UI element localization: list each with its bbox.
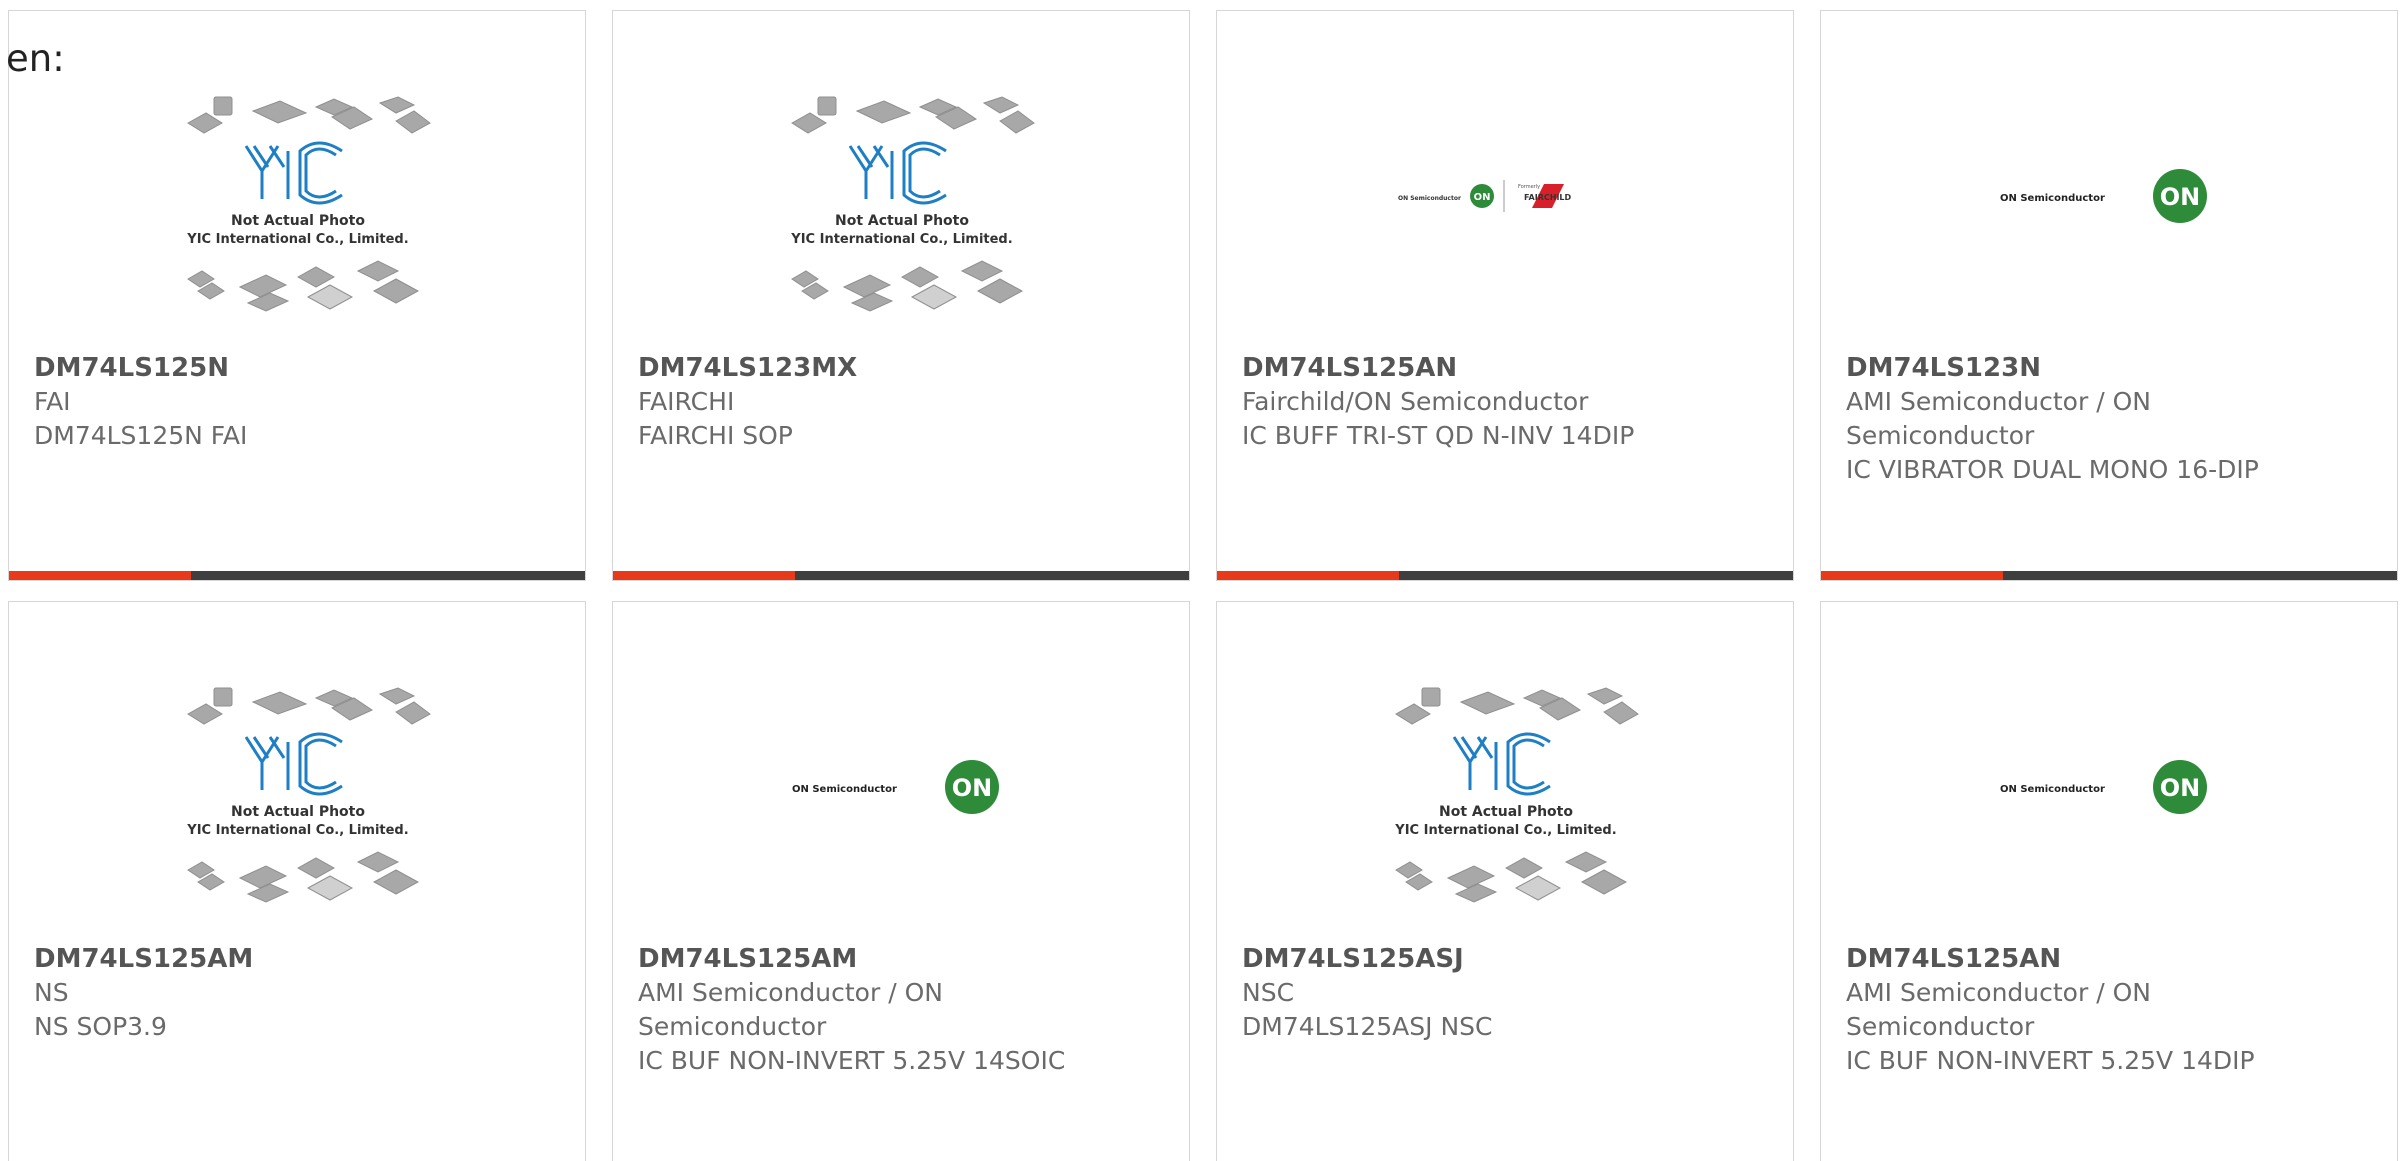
product-image-yic-placeholder[interactable]: Not Actual Photo YIC International Co., … [1217, 682, 1793, 952]
yic-line2: YIC International Co., Limited. [186, 823, 408, 838]
on-badge-text: ON [2160, 183, 2201, 211]
language-label: en: [6, 37, 65, 80]
product-card[interactable]: ON Semiconductor ON DM74LS123N AMI Semic… [1820, 10, 2398, 581]
product-info: DM74LS125ASJ NSC DM74LS125ASJ NSC [1242, 942, 1682, 1044]
card-bottom-bar [1821, 571, 2397, 580]
product-image-on-semi-logo[interactable]: ON Semiconductor ON [613, 682, 1189, 952]
manufacturer: Fairchild/ON Semiconductor [1242, 387, 1589, 416]
on-semi-text: ON Semiconductor [2000, 193, 2105, 204]
card-accent-bar [1217, 571, 1399, 580]
on-badge-text: ON [952, 774, 993, 802]
manufacturer: FAI [34, 387, 71, 416]
yic-line2: YIC International Co., Limited. [186, 232, 408, 247]
description: IC BUF NON-INVERT 5.25V 14DIP [1846, 1046, 2255, 1075]
description: IC VIBRATOR DUAL MONO 16-DIP [1846, 455, 2259, 484]
yic-line1: Not Actual Photo [1439, 804, 1573, 820]
product-image-on-semi-logo[interactable]: ON Semiconductor ON [1821, 682, 2397, 952]
description: FAIRCHI SOP [638, 421, 793, 450]
yic-placeholder-image: Not Actual Photo YIC International Co., … [1394, 687, 1639, 903]
yic-line2: YIC International Co., Limited. [790, 232, 1012, 247]
on-semi-logo: ON Semiconductor ON [2000, 760, 2207, 814]
description: IC BUFF TRI-ST QD N-INV 14DIP [1242, 421, 1635, 450]
product-info: DM74LS125AM NS NS SOP3.9 [34, 942, 474, 1044]
on-semi-text: ON Semiconductor [1398, 195, 1461, 202]
manufacturer: AMI Semiconductor / ON Semiconductor [1846, 387, 2151, 450]
yic-placeholder-image: Not Actual Photo YIC International Co., … [186, 96, 431, 312]
product-image-yic-placeholder[interactable]: Not Actual Photo YIC International Co., … [9, 682, 585, 952]
description: DM74LS125N FAI [34, 421, 248, 450]
on-semi-text: ON Semiconductor [2000, 784, 2105, 795]
part-number[interactable]: DM74LS125ASJ [1242, 942, 1682, 976]
product-info: DM74LS123MX FAIRCHI FAIRCHI SOP [638, 351, 1078, 453]
product-info: DM74LS125AM AMI Semiconductor / ON Semic… [638, 942, 1078, 1078]
product-grid: Not Actual Photo YIC International Co., … [8, 10, 2400, 1161]
on-semi-logo: ON Semiconductor ON [2000, 169, 2207, 223]
manufacturer: NSC [1242, 978, 1295, 1007]
part-number[interactable]: DM74LS123N [1846, 351, 2286, 385]
part-number[interactable]: DM74LS125AN [1242, 351, 1682, 385]
product-info: DM74LS125N FAI DM74LS125N FAI [34, 351, 474, 453]
manufacturer: AMI Semiconductor / ON Semiconductor [638, 978, 943, 1041]
yic-line1: Not Actual Photo [835, 213, 969, 229]
card-bottom-bar [1217, 571, 1793, 580]
product-card[interactable]: Not Actual Photo YIC International Co., … [1216, 601, 1794, 1161]
part-number[interactable]: DM74LS125AM [638, 942, 1078, 976]
yic-line2: YIC International Co., Limited. [1394, 823, 1616, 838]
card-accent-bar [613, 571, 795, 580]
yic-line1: Not Actual Photo [231, 804, 365, 820]
on-fairchild-logo: ON Semiconductor ON Formerly FAIRCHILD [1398, 180, 1572, 212]
product-card[interactable]: Not Actual Photo YIC International Co., … [612, 10, 1190, 581]
part-number[interactable]: DM74LS125AN [1846, 942, 2286, 976]
product-image-on-semi-logo[interactable]: ON Semiconductor ON [1821, 91, 2397, 361]
manufacturer: AMI Semiconductor / ON Semiconductor [1846, 978, 2151, 1041]
product-info: DM74LS125AN Fairchild/ON Semiconductor I… [1242, 351, 1682, 453]
description: NS SOP3.9 [34, 1012, 167, 1041]
yic-placeholder-image: Not Actual Photo YIC International Co., … [186, 687, 431, 903]
product-card[interactable]: ON Semiconductor ON DM74LS125AN AMI Semi… [1820, 601, 2398, 1161]
manufacturer: FAIRCHI [638, 387, 735, 416]
on-badge-text: ON [1474, 192, 1491, 203]
yic-placeholder-image: Not Actual Photo YIC International Co., … [790, 96, 1035, 312]
card-accent-bar [9, 571, 191, 580]
product-info: DM74LS125AN AMI Semiconductor / ON Semic… [1846, 942, 2286, 1078]
manufacturer: NS [34, 978, 69, 1007]
product-card[interactable]: Not Actual Photo YIC International Co., … [8, 10, 586, 581]
description: DM74LS125ASJ NSC [1242, 1012, 1493, 1041]
on-semi-logo: ON Semiconductor ON [792, 760, 999, 814]
part-number[interactable]: DM74LS125N [34, 351, 474, 385]
fairchild-text: FAIRCHILD [1524, 193, 1572, 202]
page: en: Not Actual Photo YIC International C… [0, 0, 2400, 1161]
on-semi-text: ON Semiconductor [792, 784, 897, 795]
formerly-text: Formerly [1518, 184, 1540, 190]
product-image-yic-placeholder[interactable]: Not Actual Photo YIC International Co., … [613, 91, 1189, 361]
product-card[interactable]: ON Semiconductor ON Formerly FAIRCHILD D… [1216, 10, 1794, 581]
card-accent-bar [1821, 571, 2003, 580]
product-card[interactable]: ON Semiconductor ON DM74LS125AM AMI Semi… [612, 601, 1190, 1161]
part-number[interactable]: DM74LS125AM [34, 942, 474, 976]
product-image-yic-placeholder[interactable]: Not Actual Photo YIC International Co., … [9, 91, 585, 361]
yic-line1: Not Actual Photo [231, 213, 365, 229]
card-bottom-bar [9, 571, 585, 580]
card-bottom-bar [613, 571, 1189, 580]
part-number[interactable]: DM74LS123MX [638, 351, 1078, 385]
product-image-on-fairchild-logo[interactable]: ON Semiconductor ON Formerly FAIRCHILD [1217, 91, 1793, 361]
product-info: DM74LS123N AMI Semiconductor / ON Semico… [1846, 351, 2286, 487]
on-badge-text: ON [2160, 774, 2201, 802]
description: IC BUF NON-INVERT 5.25V 14SOIC [638, 1046, 1066, 1075]
product-card[interactable]: Not Actual Photo YIC International Co., … [8, 601, 586, 1161]
